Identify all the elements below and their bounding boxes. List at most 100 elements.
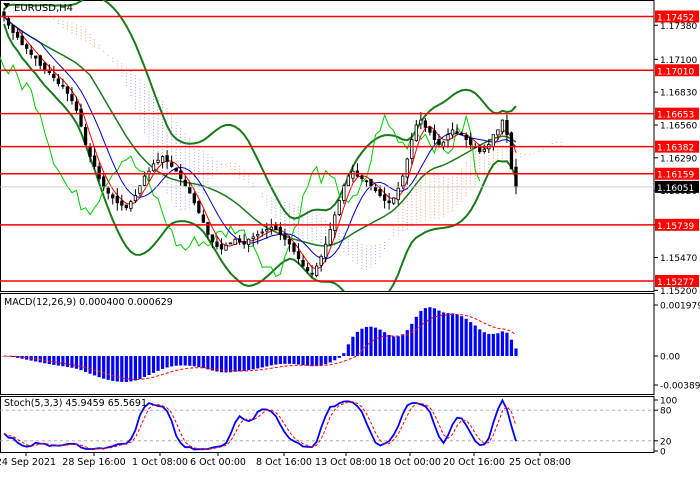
macd-bar: [509, 339, 514, 356]
macd-bar: [324, 356, 328, 365]
candle: [174, 167, 178, 172]
candle-body: [151, 163, 156, 172]
macd-bar: [129, 356, 133, 382]
macd-bar: [160, 356, 165, 369]
macd-bar: [491, 333, 495, 356]
macd-bar: [455, 314, 459, 356]
candle-body: [437, 139, 441, 145]
macd-bar: [124, 356, 128, 382]
candle-body: [491, 134, 495, 147]
macd-bar: [432, 308, 437, 356]
macd-bar: [228, 356, 233, 373]
stoch-y-tick-label: 100: [660, 397, 677, 407]
macd-y-tick-label: 0.00: [660, 353, 680, 363]
macd-bar: [505, 332, 509, 356]
candle-body: [242, 241, 246, 245]
macd-y-tick-label: 0.001979: [660, 302, 700, 312]
macd-bar: [469, 322, 473, 356]
candle-body: [156, 159, 160, 163]
candle-body: [382, 194, 387, 201]
candle-body: [65, 86, 70, 94]
macd-bar: [247, 356, 251, 371]
candle-body: [174, 168, 178, 172]
y-tick-label: 1.15200: [660, 287, 697, 297]
candle-body: [469, 137, 473, 145]
candle-body: [133, 195, 138, 202]
macd-bar: [197, 356, 201, 368]
macd-bar: [482, 332, 486, 356]
macd-bar: [305, 356, 310, 366]
symbol-header[interactable]: EURUSD,H4: [3, 3, 73, 14]
candle-body: [428, 126, 432, 133]
macd-bar: [43, 356, 47, 364]
macd-bar: [287, 356, 292, 364]
candle-body: [92, 155, 97, 167]
candle-body: [283, 234, 287, 240]
macd-bar: [174, 356, 178, 366]
chart-title: EURUSD,H4: [14, 3, 73, 14]
candle-body: [74, 101, 79, 111]
candle-body: [34, 55, 38, 59]
macd-bar: [188, 356, 192, 366]
candle-body: [56, 78, 61, 85]
candle-body: [287, 238, 292, 245]
candle-body: [256, 234, 260, 237]
candle-body: [369, 178, 373, 187]
candle-body: [83, 127, 88, 145]
candle-body: [342, 185, 346, 201]
candle-body: [25, 44, 29, 49]
macd-bar: [151, 356, 156, 373]
candle-body: [441, 141, 446, 147]
candle-body: [215, 241, 219, 247]
macd-bar: [56, 356, 60, 366]
candle-body: [142, 175, 147, 186]
candle-body: [364, 180, 369, 183]
macd-bar: [296, 356, 301, 365]
macd-bar: [487, 333, 491, 356]
candle-body: [201, 214, 206, 223]
macd-bar: [93, 356, 97, 376]
x-tick-label: 20 Oct 16:00: [443, 457, 505, 468]
candle-body: [188, 186, 192, 194]
x-tick-label: 13 Oct 08:00: [315, 457, 377, 468]
candle-body: [224, 244, 228, 251]
x-tick-label: 18 Oct 00:00: [379, 457, 441, 468]
candle-body: [360, 176, 364, 179]
candle-body: [464, 135, 468, 140]
candle-body: [197, 200, 201, 213]
candle-body: [219, 244, 224, 250]
candle-body: [387, 200, 391, 204]
macd-bar: [364, 326, 369, 356]
candle-body: [233, 238, 237, 245]
macd-bar: [242, 356, 246, 371]
macd-bar: [251, 356, 255, 370]
candle-body: [319, 255, 323, 266]
macd-bar: [147, 356, 151, 376]
macd-bar: [414, 316, 418, 356]
macd-bar: [387, 334, 391, 356]
macd-bar: [328, 356, 332, 363]
candle-body: [496, 129, 500, 136]
candle-body: [124, 204, 128, 209]
macd-bar: [74, 356, 79, 369]
macd-bar: [351, 336, 355, 356]
macd-bar: [274, 356, 278, 365]
y-tick-label: 1.16290: [660, 154, 697, 164]
level-tag-label: 1.16159: [657, 171, 694, 181]
x-tick-label: 8 Oct 16:00: [256, 457, 312, 468]
candle-body: [401, 175, 405, 187]
macd-bar: [142, 356, 147, 378]
x-tick-label: 25 Oct 08:00: [509, 457, 571, 468]
macd-bar: [192, 356, 196, 367]
macd-bar: [392, 336, 396, 356]
macd-bar: [360, 328, 364, 356]
candle-body: [310, 272, 314, 275]
candle-body: [278, 226, 283, 235]
level-tag-label: 1.15277: [657, 278, 694, 288]
macd-bar: [88, 356, 92, 374]
candle-body: [455, 131, 459, 134]
level-price-tag: 1.17452: [655, 10, 699, 24]
macd-bar: [106, 356, 110, 380]
macd-bar: [115, 356, 119, 382]
x-tick-label: 24 Sep 2021: [0, 457, 56, 468]
